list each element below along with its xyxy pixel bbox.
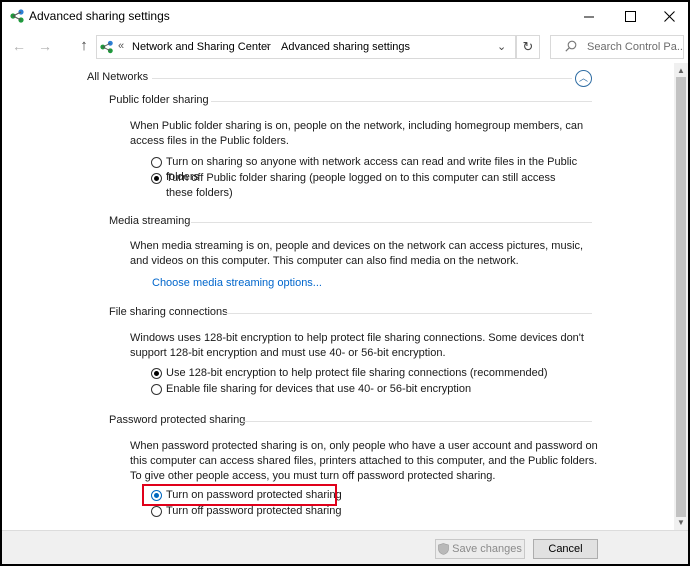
radio-label[interactable]: Turn off password protected sharing [166,504,351,519]
password-protected-sharing-title: Password protected sharing [109,414,246,426]
forward-arrow-icon[interactable]: → [37,38,53,54]
network-icon [10,9,24,23]
radio-password-sharing-off[interactable]: Turn off password protected sharing [151,504,351,519]
minimize-button[interactable] [567,2,611,30]
all-networks-heading: All Networks [87,71,149,83]
divider [242,421,592,422]
radio-128bit-encryption[interactable]: Use 128-bit encryption to help protect f… [151,366,601,381]
radio-40-56bit-encryption[interactable]: Enable file sharing for devices that use… [151,382,601,397]
back-arrow-icon[interactable]: ← [11,38,27,54]
file-sharing-description: Windows uses 128-bit encryption to help … [130,332,584,359]
radio-label[interactable]: Enable file sharing for devices that use… [166,382,601,397]
divider [191,222,592,223]
radio-public-sharing-off[interactable]: Turn off Public folder sharing (people l… [151,171,581,201]
scroll-down-icon[interactable]: ▼ [677,518,685,527]
title-bar: Advanced sharing settings [2,2,688,30]
collapse-section-button[interactable]: ︿ [575,70,592,87]
public-folder-sharing-title: Public folder sharing [109,94,209,106]
search-input[interactable] [587,39,682,55]
refresh-icon: ↻ [522,39,534,54]
close-button[interactable] [647,2,688,30]
radio-label[interactable]: Use 128-bit encryption to help protect f… [166,366,601,381]
radio-button[interactable] [151,368,162,379]
network-location-icon [100,40,113,54]
password-sharing-description: When password protected sharing is on, o… [130,440,598,482]
media-streaming-options-link[interactable]: Choose media streaming options... [152,277,322,289]
divider [226,313,592,314]
breadcrumb-separator[interactable]: › [266,40,270,52]
file-sharing-connections-title: File sharing connections [109,306,228,318]
advanced-sharing-window: Advanced sharing settings ← → ↑ « Networ… [0,0,690,566]
radio-label[interactable]: Turn off Public folder sharing (people l… [166,171,581,201]
address-bar[interactable]: « Network and Sharing Center › Advanced … [96,35,516,59]
up-arrow-icon[interactable]: ↑ [76,38,92,54]
save-changes-label: Save changes [452,543,522,555]
radio-button[interactable] [151,157,162,168]
save-changes-button[interactable]: Save changes [435,539,525,559]
search-icon [565,40,577,52]
maximize-icon [624,10,636,22]
window-title: Advanced sharing settings [29,9,170,23]
search-box[interactable] [550,35,684,59]
radio-button[interactable] [151,384,162,395]
breadcrumb-advanced-sharing-settings[interactable]: Advanced sharing settings [281,41,410,53]
vertical-scrollbar[interactable]: ▲ ▼ [674,63,688,530]
close-icon [663,10,675,22]
chevron-up-icon: ︿ [578,73,588,83]
scroll-up-icon[interactable]: ▲ [677,66,685,75]
highlight-box [142,484,337,506]
media-streaming-description: When media streaming is on, people and d… [130,240,584,267]
navigation-bar: ← → ↑ « Network and Sharing Center › Adv… [2,31,688,63]
maximize-button[interactable] [608,2,652,30]
radio-button[interactable] [151,173,162,184]
breadcrumb-overflow[interactable]: « [118,40,124,52]
minimize-icon [583,16,594,17]
scrollbar-thumb[interactable] [676,77,686,517]
refresh-button[interactable]: ↻ [516,35,540,59]
address-dropdown-icon[interactable]: ⌄ [497,40,506,53]
divider [152,78,572,79]
cancel-button[interactable]: Cancel [533,539,598,559]
public-folder-description: When Public folder sharing is on, people… [130,120,584,147]
breadcrumb-network-sharing-center[interactable]: Network and Sharing Center [132,41,271,53]
settings-content: All Networks ︿ Public folder sharing Whe… [2,63,674,530]
divider [211,101,592,102]
radio-button[interactable] [151,506,162,517]
cancel-label: Cancel [548,543,583,555]
media-streaming-title: Media streaming [109,215,191,227]
button-bar: Save changes Cancel [2,530,688,564]
uac-shield-icon [438,543,449,555]
